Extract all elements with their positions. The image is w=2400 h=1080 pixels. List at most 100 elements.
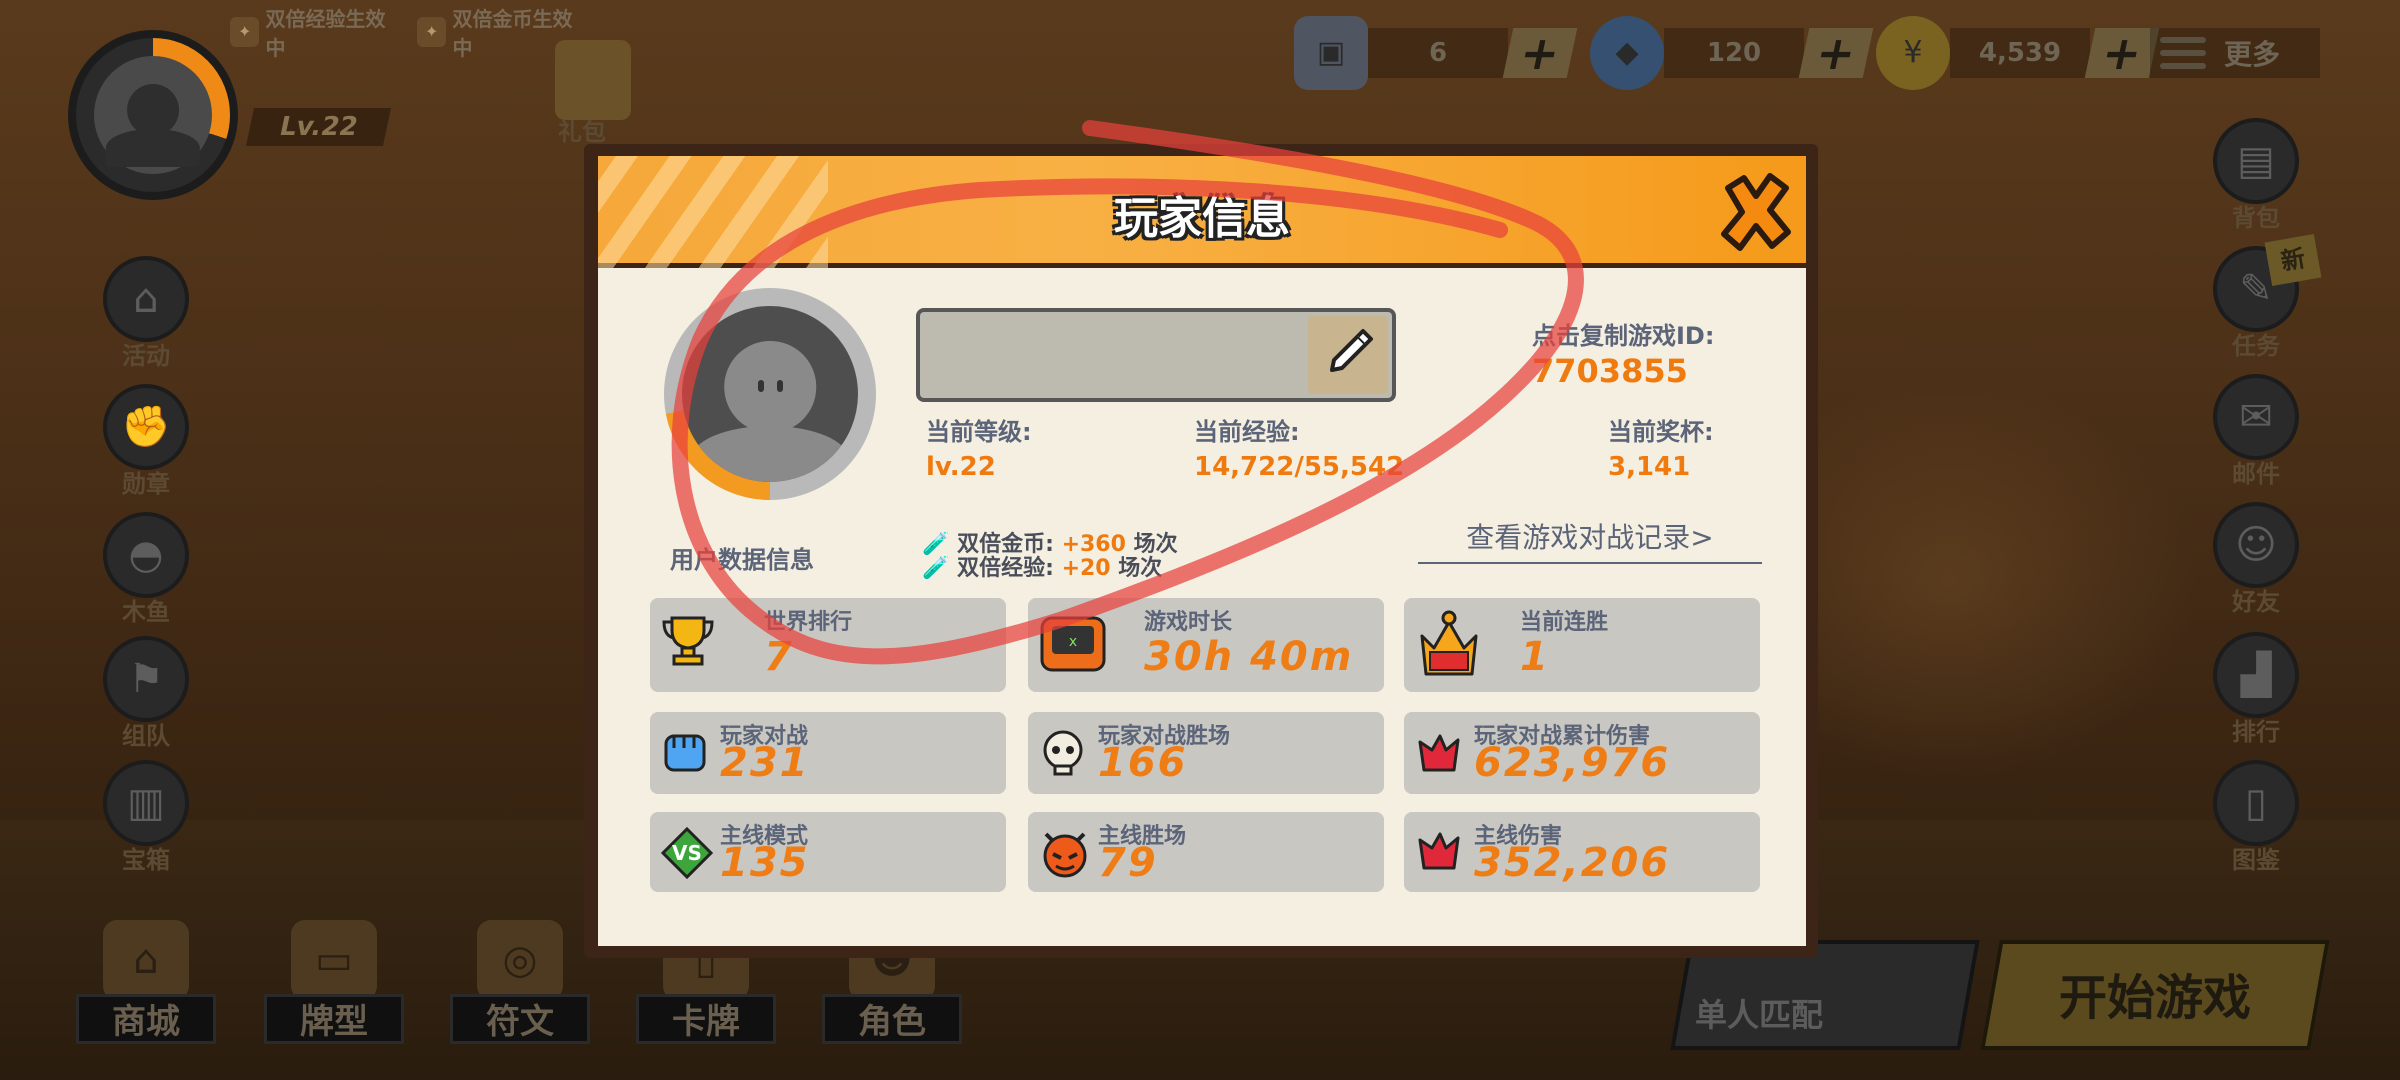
side-label-codex: 图鉴	[2232, 846, 2280, 874]
side-button-woodfish[interactable]: ◓ 木鱼	[96, 512, 196, 627]
add-coin-button[interactable]: +	[2084, 26, 2160, 80]
side-label-backpack: 背包	[2232, 204, 2280, 232]
skull-icon	[1043, 730, 1083, 776]
solo-match-label: 单人匹配	[1695, 996, 1824, 1034]
double-exp-line: 🧪 双倍经验: +20 场次	[922, 550, 1162, 582]
stat-card-pvp-damage: 玩家对战累计伤害 623,976	[1404, 712, 1760, 794]
side-label-friends: 好友	[2232, 588, 2280, 616]
side-button-medal[interactable]: ✊ 勋章	[96, 384, 196, 499]
gem-icon: ◆	[1590, 16, 1664, 90]
double-exp-value: +20	[1061, 556, 1111, 581]
close-icon	[1721, 173, 1791, 251]
nav-tab-handtype[interactable]: ▭ 牌型	[264, 920, 404, 1044]
vs-icon: VS	[660, 826, 714, 880]
card-currency-value: 6	[1368, 28, 1508, 78]
buff-strip: ✦ 双倍经验生效中 ✦ 双倍金币生效中	[230, 7, 590, 60]
side-button-task[interactable]: ✎ 任务 新	[2206, 233, 2322, 361]
nav-label-card: 卡牌	[636, 994, 776, 1044]
svg-text:x: x	[1069, 634, 1077, 650]
wooden-fish-icon: ◓	[103, 512, 189, 598]
battle-record-link[interactable]: 查看游戏对战记录>	[1418, 516, 1762, 564]
hud-avatar[interactable]	[68, 30, 238, 200]
pencil-icon	[1330, 329, 1373, 372]
card-currency-icon: ▣	[1294, 16, 1368, 90]
podium-icon: ▟	[2213, 632, 2299, 718]
default-avatar-icon	[682, 306, 858, 482]
close-button[interactable]	[1716, 170, 1796, 254]
side-button-chest[interactable]: ▥ 宝箱	[96, 760, 196, 875]
exp-buff-label: 双倍经验生效中	[265, 7, 386, 60]
currency-gem: ◆ 120 +	[1590, 16, 1874, 90]
nav-label-character: 角色	[822, 994, 962, 1044]
side-button-activity[interactable]: ⌂ 活动	[96, 256, 196, 371]
current-trophy-value: 3,141	[1608, 452, 1691, 482]
player-name-field[interactable]	[916, 308, 1396, 402]
side-button-team[interactable]: ⚑ 组队	[96, 636, 196, 751]
hud-avatar-image	[94, 56, 212, 174]
trophy-icon	[662, 616, 714, 666]
mail-icon: ✉	[2213, 374, 2299, 460]
stat-value: 7	[764, 634, 794, 680]
coin-value: 4,539	[1950, 28, 2090, 78]
profile-avatar[interactable]	[664, 288, 876, 500]
nav-label-shop: 商城	[76, 994, 216, 1044]
add-gem-button[interactable]: +	[1798, 26, 1874, 80]
side-button-codex[interactable]: ▯ 图鉴	[2206, 760, 2306, 875]
stat-value: 623,976	[1474, 740, 1671, 786]
stat-card-pvp: 玩家对战 231	[650, 712, 1006, 794]
new-badge: 新	[2264, 233, 2322, 287]
side-label-team: 组队	[122, 722, 170, 750]
stat-card-main-mode: VS 主线模式 135	[650, 812, 1006, 892]
nav-tab-shop[interactable]: ⌂ 商城	[76, 920, 216, 1044]
stat-card-win-streak: 当前连胜 1	[1404, 598, 1760, 692]
double-exp-label: 双倍经验:	[957, 556, 1054, 581]
stat-card-main-wins: 主线胜场 79	[1028, 812, 1384, 892]
coin-icon: ¥	[1876, 16, 1950, 90]
player-info-dialog: 玩家信息 用户数据信息 点击复制游戏ID: 7703855 当前等级: lv.2…	[598, 156, 1806, 946]
side-label-rank: 排行	[2232, 718, 2280, 746]
shop-icon: ⌂	[103, 920, 189, 1000]
devil-icon	[1043, 832, 1087, 878]
game-id-value[interactable]: 7703855	[1532, 352, 1688, 390]
stat-card-world-rank: 世界排行 7	[650, 598, 1006, 692]
side-label-activity: 活动	[122, 342, 170, 370]
more-menu-button[interactable]: 更多	[2150, 28, 2320, 78]
stat-value: 1	[1520, 634, 1550, 680]
current-level-label: 当前等级:	[926, 418, 1032, 446]
side-label-mail: 邮件	[2232, 460, 2280, 488]
current-exp-label: 当前经验:	[1194, 418, 1300, 446]
current-trophy-label: 当前奖杯:	[1608, 418, 1714, 446]
stat-label: 游戏时长	[1144, 610, 1233, 635]
side-label-woodfish: 木鱼	[122, 598, 170, 626]
stat-value: 166	[1098, 740, 1188, 786]
gift-box-icon: ⌂	[103, 256, 189, 342]
gem-value: 120	[1664, 28, 1804, 78]
side-button-backpack[interactable]: ▤ 背包	[2206, 118, 2306, 233]
stat-card-pvp-wins: 玩家对战胜场 166	[1028, 712, 1384, 794]
dialog-header: 玩家信息	[598, 156, 1806, 268]
copy-id-label[interactable]: 点击复制游戏ID:	[1532, 316, 1714, 351]
damage-icon	[1418, 832, 1460, 870]
side-label-task: 任务	[2232, 332, 2280, 360]
stat-value: 30h 40m	[1144, 634, 1354, 680]
hud-level-badge: Lv.22	[245, 108, 392, 146]
gift-pack-label: 礼包	[558, 118, 606, 146]
more-label: 更多	[2224, 38, 2281, 71]
stat-value: 231	[720, 740, 810, 786]
stat-label: 世界排行	[764, 610, 853, 635]
exp-potion-icon: 🧪	[922, 556, 950, 581]
side-button-friends[interactable]: ☺ 好友	[2206, 502, 2306, 617]
double-exp-unit: 场次	[1118, 556, 1163, 581]
backpack-icon: ▤	[2213, 118, 2299, 204]
side-button-mail[interactable]: ✉ 邮件	[2206, 374, 2306, 489]
side-button-rank[interactable]: ▟ 排行	[2206, 632, 2306, 747]
rune-icon: ◎	[477, 920, 563, 1000]
gift-pack-button[interactable]	[555, 40, 631, 120]
edit-name-button[interactable]	[1308, 316, 1388, 394]
nav-tab-rune[interactable]: ◎ 符文	[450, 920, 590, 1044]
current-exp-value: 14,722/55,542	[1194, 452, 1405, 482]
fist-icon	[664, 734, 706, 772]
start-game-label: 开始游戏	[2058, 970, 2251, 1026]
add-card-button[interactable]: +	[1502, 26, 1578, 80]
stat-card-play-time: x 游戏时长 30h 40m	[1028, 598, 1384, 692]
